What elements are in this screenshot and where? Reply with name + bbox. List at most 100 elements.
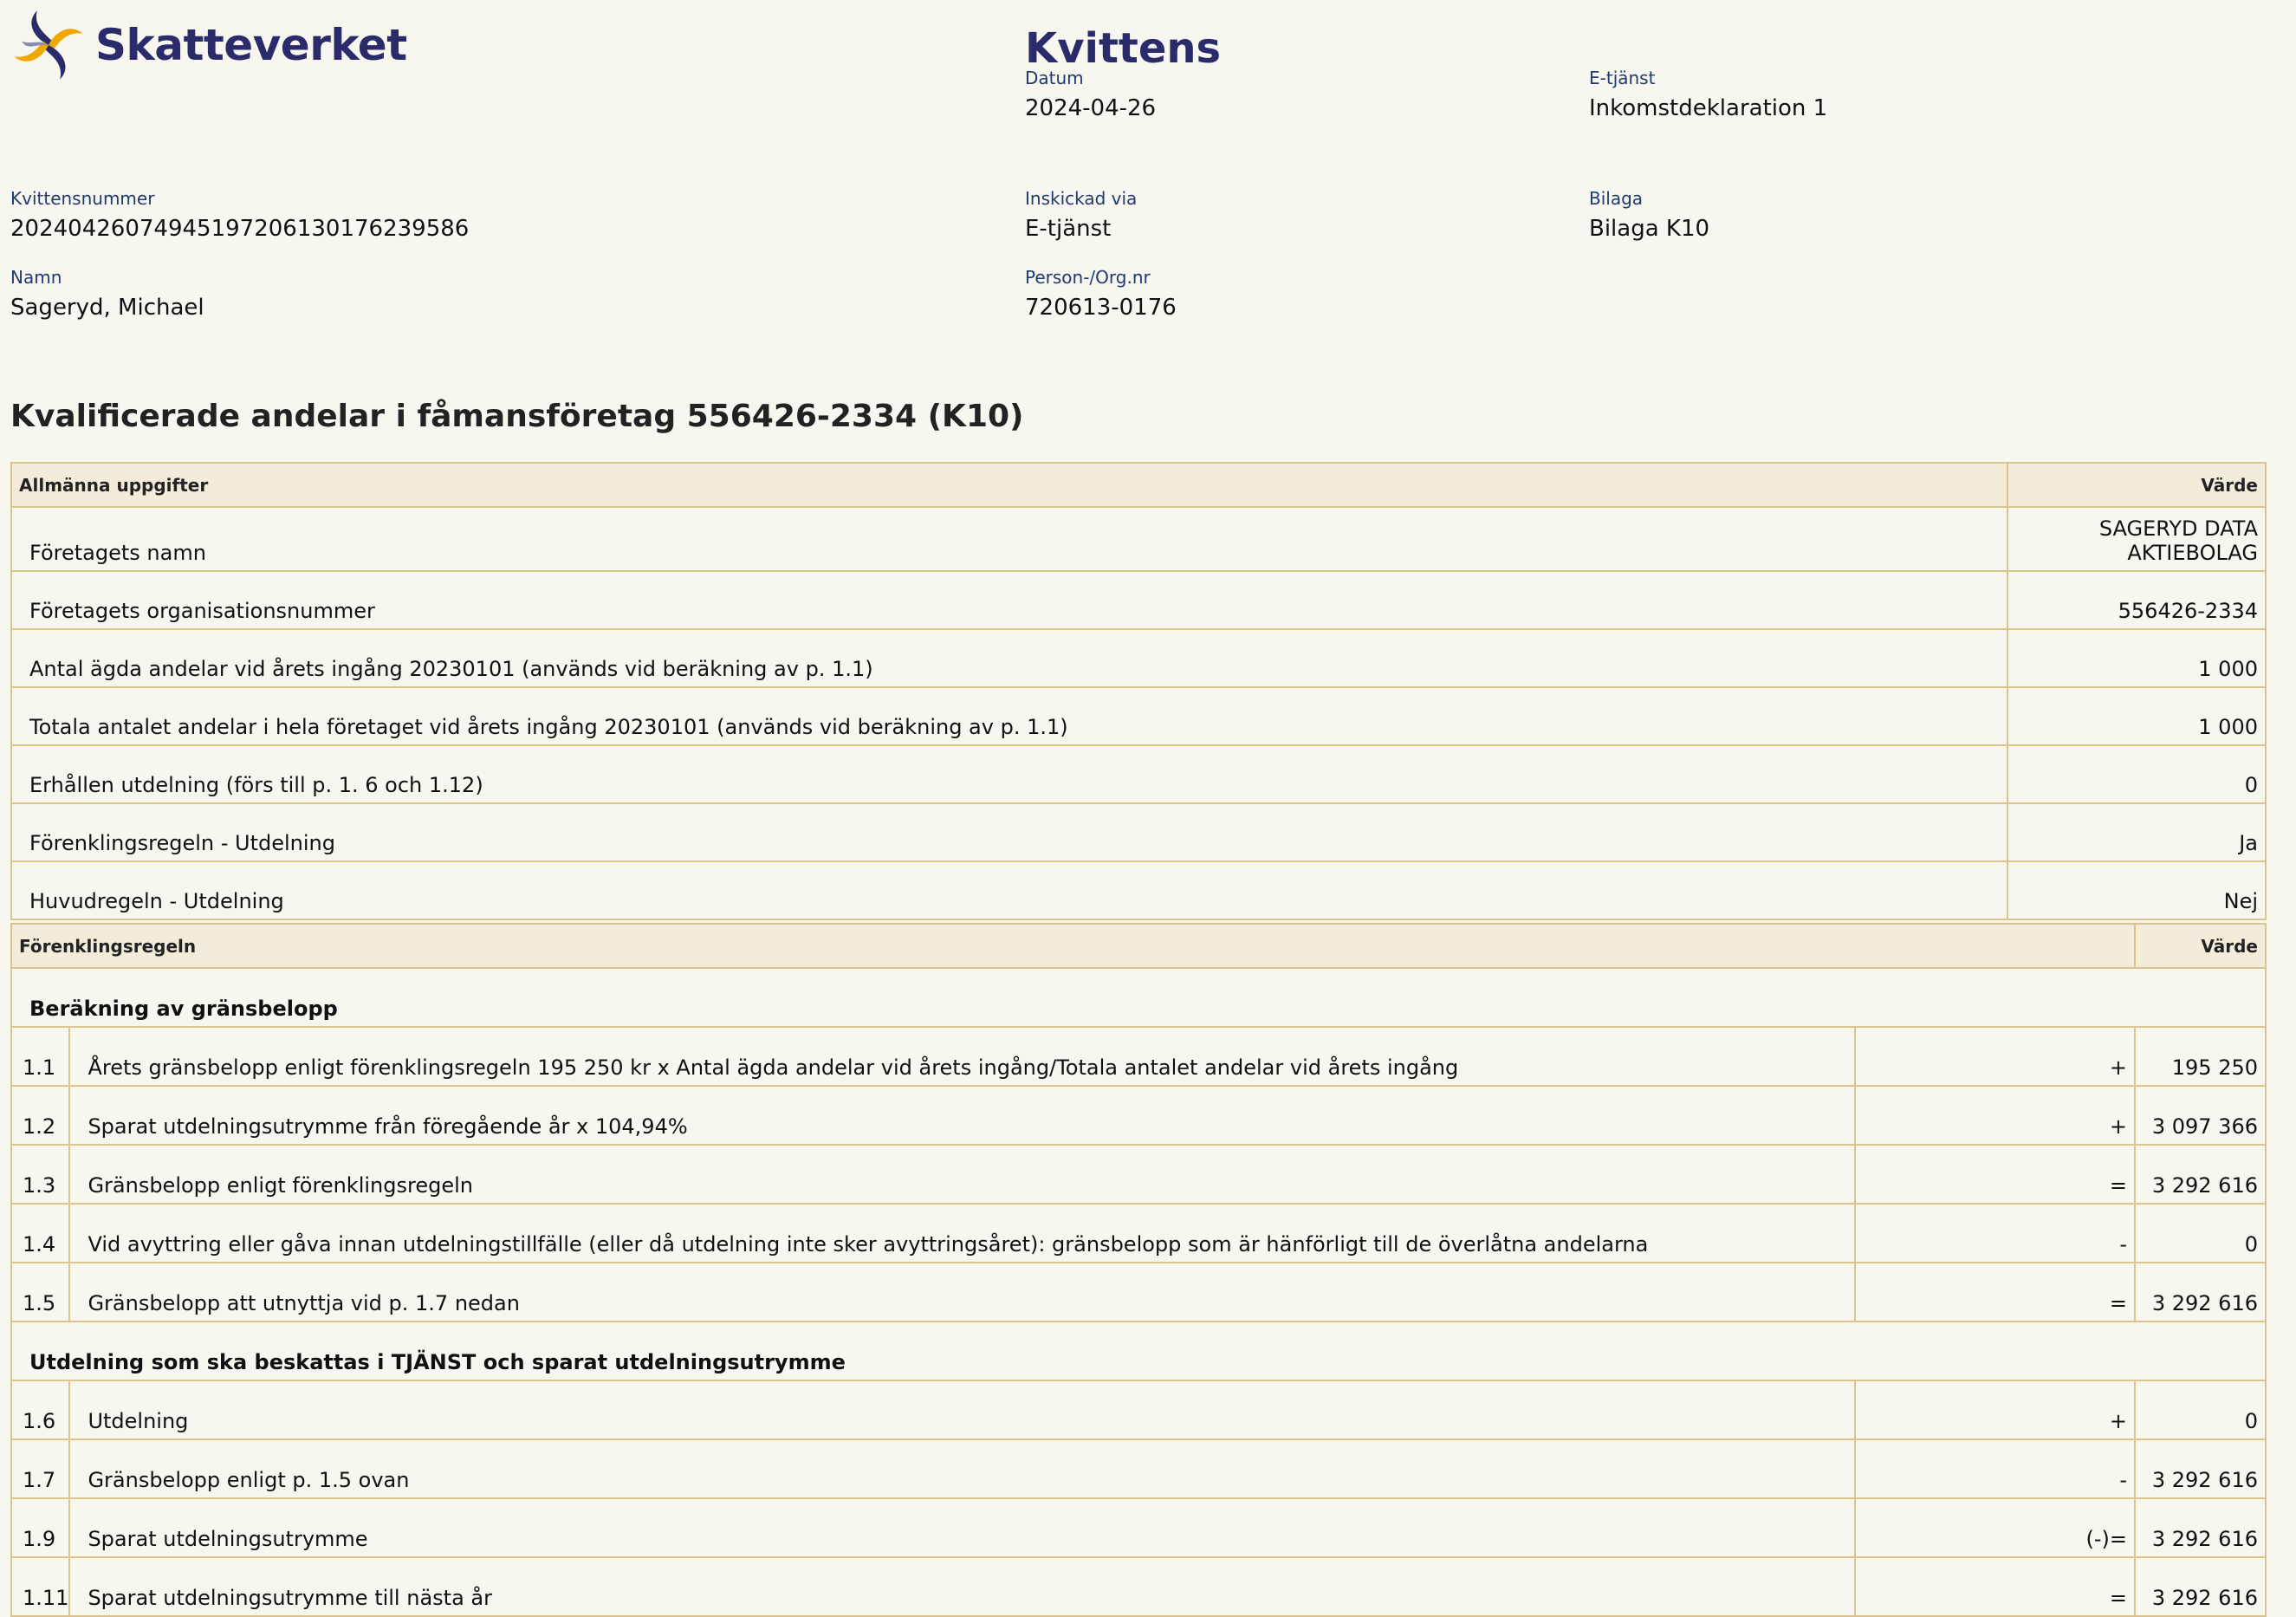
table-row: Förenklingsregeln - Utdelning Ja [10,802,2267,862]
table-row: 1.2 Sparat utdelningsutrymme från föregå… [10,1085,2267,1146]
table-row: 1.11 Sparat utdelningsutrymme till nästa… [10,1556,2267,1617]
row-operator: = [1854,1144,2136,1205]
skatteverket-logo: Skatteverket [9,7,407,83]
row-operator: = [1854,1262,2136,1322]
forenklingsregeln-table: Förenklingsregeln Värde Beräkning av grä… [10,923,2267,1617]
row-description: Utdelning [68,1380,1856,1440]
row-operator: + [1854,1085,2136,1146]
table-row: Företagets namn SAGERYD DATA AKTIEBOLAG [10,506,2267,572]
row-value: 3 292 616 [2134,1556,2267,1617]
row-description: Gränsbelopp att utnyttja vid p. 1.7 neda… [68,1262,1856,1322]
row-operator: - [1854,1438,2136,1499]
row-value: 3 292 616 [2134,1144,2267,1205]
table-row: Huvudregeln - Utdelning Nej [10,860,2267,920]
skatteverket-swirl-icon [14,10,83,80]
subheader-row: Beräkning av gränsbelopp [10,967,2267,1028]
row-value: Nej [2007,860,2267,920]
bilaga-field: Bilaga Bilaga K10 [1589,188,1709,242]
row-label: Företagets namn [10,506,2008,572]
row-value: 0 [2007,744,2267,804]
row-value: 0 [2134,1380,2267,1440]
row-value: 3 097 366 [2134,1085,2267,1146]
forenkling-header: Förenklingsregeln [10,923,2136,969]
row-description: Årets gränsbelopp enligt förenklingsrege… [68,1026,1856,1087]
etjanst-field: E-tjänst Inkomstdeklaration 1 [1589,68,1827,121]
table-row: 1.6 Utdelning + 0 [10,1380,2267,1440]
row-number: 1.1 [10,1026,71,1087]
row-value: 3 292 616 [2134,1438,2267,1499]
row-number: 1.7 [10,1438,71,1499]
row-value: 3 292 616 [2134,1497,2267,1558]
kvittensnummer-label: Kvittensnummer [10,188,155,209]
bilaga-value: Bilaga K10 [1589,216,1710,242]
logo-wordmark: Skatteverket [95,20,407,70]
datum-label: Datum [1025,68,1084,88]
table-row: Företagets organisationsnummer 556426-23… [10,570,2267,630]
table-header-row: Allmänna uppgifter Värde [10,462,2267,508]
namn-field: Namn Sageryd, Michael [10,267,204,321]
table-row: 1.4 Vid avyttring eller gåva innan utdel… [10,1203,2267,1263]
row-number: 1.3 [10,1144,71,1205]
row-number: 1.6 [10,1380,71,1440]
allmanna-header: Allmänna uppgifter [10,462,2008,508]
etjanst-value: Inkomstdeklaration 1 [1589,95,1828,121]
row-label: Totala antalet andelar i hela företaget … [10,686,2008,746]
allmanna-uppgifter-table: Allmänna uppgifter Värde Företagets namn… [10,462,2267,920]
table-row: Antal ägda andelar vid årets ingång 2023… [10,628,2267,688]
datum-field: Datum 2024-04-26 [1025,68,1156,121]
inskickad-label: Inskickad via [1025,188,1138,209]
table-row: 1.9 Sparat utdelningsutrymme (-)= 3 292 … [10,1497,2267,1558]
inskickad-value: E-tjänst [1025,216,1112,242]
row-description: Sparat utdelningsutrymme till nästa år [68,1556,1856,1617]
varde-header: Värde [2134,923,2267,969]
varde-header: Värde [2007,462,2267,508]
namn-label: Namn [10,267,62,288]
row-value: 556426-2334 [2007,570,2267,630]
row-operator: + [1854,1026,2136,1087]
section-title: Kvalificerade andelar i fåmansföretag 55… [10,399,1024,434]
row-number: 1.2 [10,1085,71,1146]
kvittensnummer-value: 20240426074945197206130176239586 [10,216,470,242]
table-row: Totala antalet andelar i hela företaget … [10,686,2267,746]
row-description: Gränsbelopp enligt p. 1.5 ovan [68,1438,1856,1499]
table-row: 1.1 Årets gränsbelopp enligt förenklings… [10,1026,2267,1087]
datum-value: 2024-04-26 [1025,95,1157,121]
row-label: Erhållen utdelning (förs till p. 1. 6 oc… [10,744,2008,804]
row-description: Gränsbelopp enligt förenklingsregeln [68,1144,1856,1205]
row-value: 1 000 [2007,628,2267,688]
row-value: 3 292 616 [2134,1262,2267,1322]
row-number: 1.4 [10,1203,71,1263]
etjanst-label: E-tjänst [1589,68,1656,88]
table-header-row: Förenklingsregeln Värde [10,923,2267,969]
page-title: Kvittens [1025,24,1222,73]
personnr-field: Person-/Org.nr 720613-0176 [1025,267,1177,321]
row-operator: - [1854,1203,2136,1263]
row-description: Sparat utdelningsutrymme [68,1497,1856,1558]
kvittensnummer-field: Kvittensnummer 2024042607494519720613017… [10,188,469,242]
table-row: Erhållen utdelning (förs till p. 1. 6 oc… [10,744,2267,804]
row-operator: + [1854,1380,2136,1440]
row-label: Förenklingsregeln - Utdelning [10,802,2008,862]
personnr-label: Person-/Org.nr [1025,267,1151,288]
bilaga-label: Bilaga [1589,188,1644,209]
namn-value: Sageryd, Michael [10,295,204,321]
subheader-utdelning: Utdelning som ska beskattas i TJÄNST och… [10,1321,2267,1381]
personnr-value: 720613-0176 [1025,295,1177,321]
subheader-row: Utdelning som ska beskattas i TJÄNST och… [10,1321,2267,1381]
row-label: Huvudregeln - Utdelning [10,860,2008,920]
subheader-berakning: Beräkning av gränsbelopp [10,967,2267,1028]
row-value: SAGERYD DATA AKTIEBOLAG [2007,506,2267,572]
table-row: 1.7 Gränsbelopp enligt p. 1.5 ovan - 3 2… [10,1438,2267,1499]
row-number: 1.9 [10,1497,71,1558]
row-label: Antal ägda andelar vid årets ingång 2023… [10,628,2008,688]
row-label: Företagets organisationsnummer [10,570,2008,630]
row-number: 1.11 [10,1556,71,1617]
row-value: 0 [2134,1203,2267,1263]
inskickad-field: Inskickad via E-tjänst [1025,188,1137,242]
row-value: 1 000 [2007,686,2267,746]
row-operator: = [1854,1556,2136,1617]
row-number: 1.5 [10,1262,71,1322]
row-value: 195 250 [2134,1026,2267,1087]
row-value: Ja [2007,802,2267,862]
table-row: 1.5 Gränsbelopp att utnyttja vid p. 1.7 … [10,1262,2267,1322]
